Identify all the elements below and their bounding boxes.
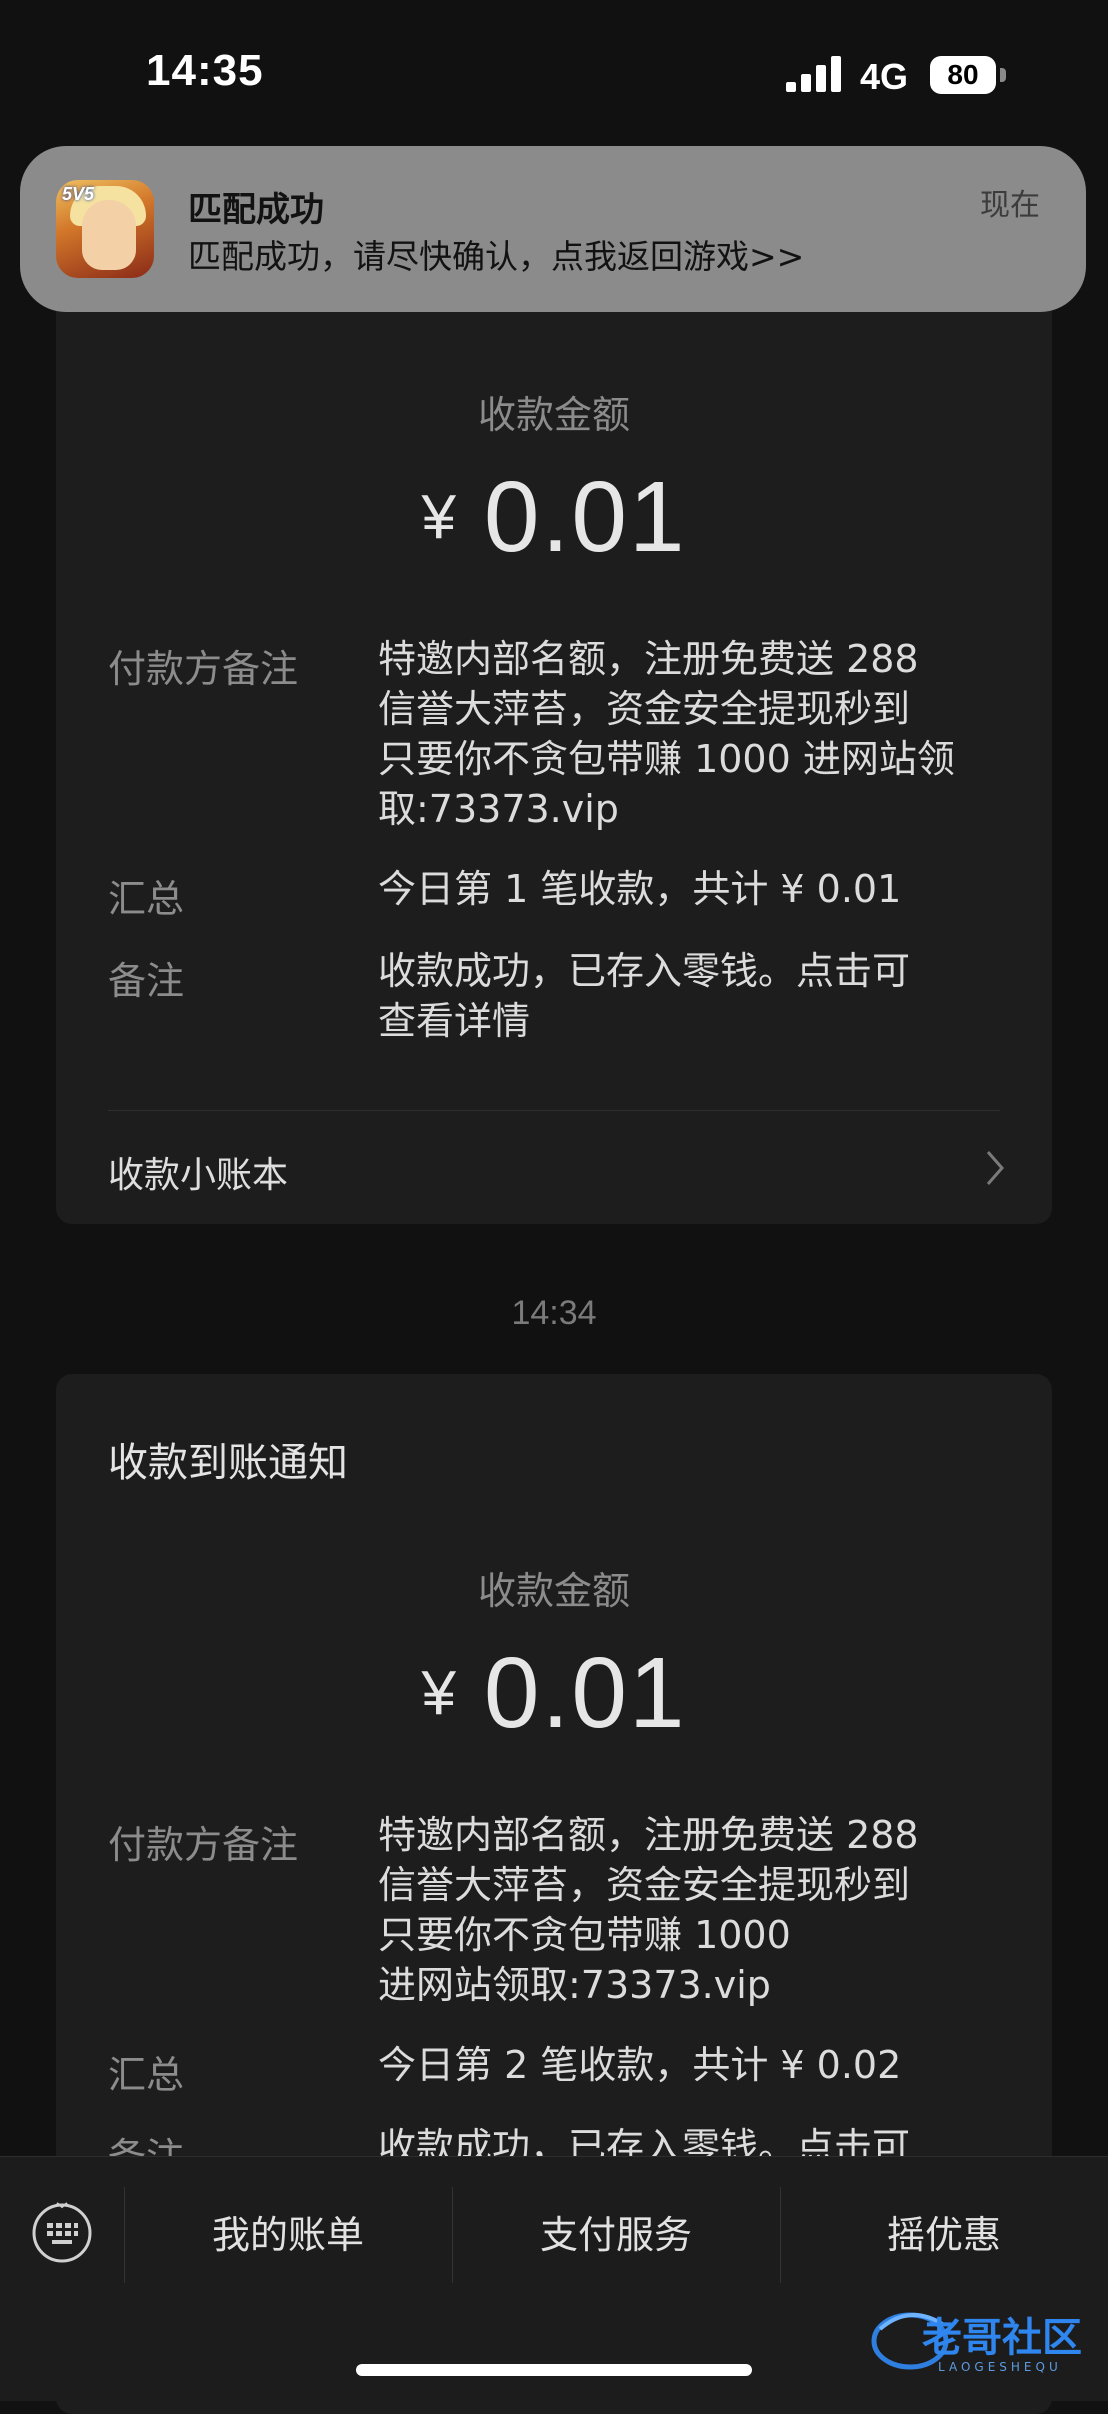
- remark-line: 查看详情: [378, 999, 531, 1043]
- amount-value: ¥0.01: [56, 460, 1052, 575]
- keyboard-icon[interactable]: [30, 2201, 94, 2265]
- payer-note-value: 特邀内部名额，注册免费送 288 信誉大萍苔，资金安全提现秒到 只要你不贪包带赚…: [378, 634, 998, 834]
- card-title: 收款到账通知: [108, 1440, 348, 1486]
- summary-label: 汇总: [108, 2053, 185, 2097]
- status-time: 14:35: [146, 46, 264, 95]
- payer-note-line: 进网站领取:73373.vip: [378, 1963, 771, 2007]
- remark-value[interactable]: 收款成功，已存入零钱。点击可 查看详情: [378, 946, 998, 1046]
- chevron-right-icon: [986, 1151, 1004, 1185]
- payer-note-line: 信誉大萍苔，资金安全提现秒到: [378, 1863, 911, 1907]
- status-bar: 14:35 4G 80: [0, 0, 1108, 140]
- menu-shake-deals[interactable]: 摇优惠: [780, 2157, 1108, 2313]
- summary-label: 汇总: [108, 877, 185, 921]
- ledger-link[interactable]: 收款小账本: [108, 1146, 288, 1198]
- watermark-logo: 老哥社区 LAOGESHEQU: [871, 2312, 1082, 2374]
- cellular-signal-icon: [786, 56, 841, 92]
- honor-of-kings-app-icon: 5V5: [56, 180, 154, 278]
- notification-time: 现在: [980, 188, 1040, 223]
- summary-value: 今日第 1 笔收款，共计 ¥ 0.01: [378, 864, 998, 914]
- summary-value: 今日第 2 笔收款，共计 ¥ 0.02: [378, 2040, 998, 2090]
- amount-label: 收款金额: [477, 1569, 630, 1613]
- divider: [108, 1110, 1000, 1111]
- battery-level: 80: [947, 59, 979, 90]
- remark-line: 收款成功，已存入零钱。点击可: [378, 949, 911, 993]
- notification-body: 匹配成功，请尽快确认，点我返回游戏>>: [188, 237, 805, 276]
- menu-my-bills[interactable]: 我的账单: [124, 2157, 452, 2313]
- payer-note-label: 付款方备注: [108, 647, 299, 691]
- summary-text: 今日第 2 笔收款，共计 ¥ 0.02: [378, 2043, 902, 2087]
- payment-received-card[interactable]: 收款金额 ¥0.01 付款方备注 特邀内部名额，注册免费送 288 信誉大萍苔，…: [56, 290, 1052, 1224]
- payer-note-line: 特邀内部名额，注册免费送 288: [378, 637, 919, 681]
- payer-note-line: 只要你不贪包带赚 1000 进网站领: [378, 737, 955, 781]
- menu-payment-services[interactable]: 支付服务: [452, 2157, 780, 2313]
- currency-symbol: ¥: [421, 1659, 456, 1728]
- network-type: 4G: [860, 56, 909, 97]
- payer-note-label: 付款方备注: [108, 1823, 299, 1867]
- payer-note-line: 取:73373.vip: [378, 787, 619, 831]
- home-indicator[interactable]: [356, 2364, 752, 2376]
- game-notification-banner[interactable]: 5V5 匹配成功 匹配成功，请尽快确认，点我返回游戏>> 现在: [20, 146, 1086, 312]
- payer-note-line: 特邀内部名额，注册免费送 288: [378, 1813, 919, 1857]
- payer-note-value: 特邀内部名额，注册免费送 288 信誉大萍苔，资金安全提现秒到 只要你不贪包带赚…: [378, 1810, 998, 2010]
- amount-number: 0.01: [483, 1637, 687, 1749]
- summary-text: 今日第 1 笔收款，共计 ¥ 0.01: [378, 867, 902, 911]
- battery-icon: 80: [930, 56, 1010, 94]
- amount-label: 收款金额: [477, 393, 630, 437]
- watermark-subtext: LAOGESHEQU: [938, 2360, 1062, 2374]
- payer-note-line: 信誉大萍苔，资金安全提现秒到: [378, 687, 911, 731]
- payer-note-line: 只要你不贪包带赚 1000: [378, 1913, 791, 1957]
- message-timestamp: 14:34: [511, 1294, 597, 1332]
- remark-label: 备注: [108, 959, 185, 1003]
- watermark-text: 老哥社区: [922, 2315, 1082, 2361]
- currency-symbol: ¥: [421, 483, 456, 552]
- amount-value: ¥0.01: [56, 1636, 1052, 1751]
- amount-number: 0.01: [483, 461, 687, 573]
- notification-title: 匹配成功: [188, 190, 324, 230]
